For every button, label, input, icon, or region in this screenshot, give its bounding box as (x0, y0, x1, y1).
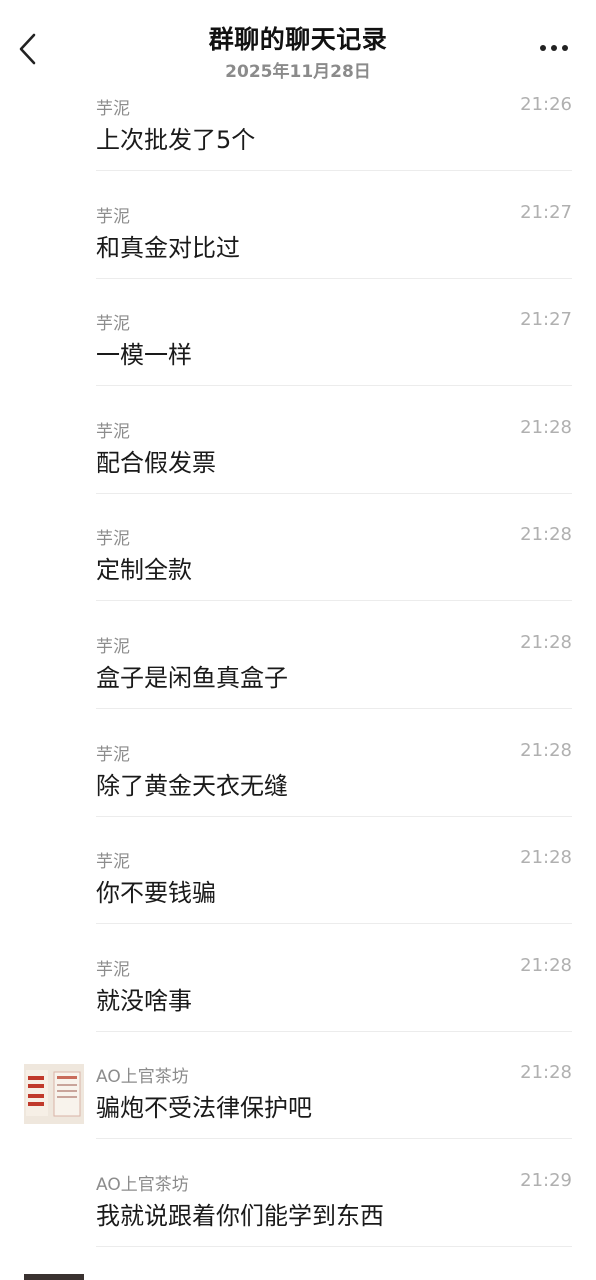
message-list: 芋泥 21:26 上次批发了5个 芋泥 21:27 和真金对比过 芋泥 21:2… (0, 88, 596, 1272)
message-text: 就没啥事 (96, 986, 192, 1015)
message-sender: 芋泥 (96, 636, 130, 657)
message-text: 一模一样 (96, 341, 192, 370)
message-time: 21:28 (520, 416, 572, 438)
header: 群聊的聊天记录 2025年11月28日 (0, 0, 596, 92)
message-time: 21:28 (520, 1062, 572, 1084)
page-date: 2025年11月28日 (225, 62, 371, 82)
divider (96, 1245, 572, 1247)
divider (96, 923, 572, 925)
message-text: 上次批发了5个 (96, 126, 256, 154)
divider (96, 170, 572, 171)
divider (96, 707, 572, 709)
avatar-image (24, 1064, 84, 1125)
message-text: 和真金对比过 (96, 233, 240, 262)
avatar[interactable] (24, 1274, 84, 1280)
message-item[interactable]: 芋泥 21:28 盒子是闲鱼真盒子 (0, 626, 596, 734)
divider (96, 1030, 572, 1032)
divider (96, 815, 572, 817)
message-text: 除了黄金天衣无缝 (96, 771, 288, 800)
message-time: 21:28 (520, 631, 572, 653)
message-item[interactable]: 芋泥 21:28 除了黄金天衣无缝 (0, 734, 596, 842)
divider (96, 492, 572, 494)
message-text: 骗炮不受法律保护吧 (96, 1094, 312, 1123)
message-sender: AO上官茶坊 (96, 1174, 189, 1195)
message-text: 我就说跟着你们能学到东西 (96, 1201, 384, 1230)
message-sender: 芋泥 (96, 852, 130, 873)
more-horizontal-icon[interactable] (539, 38, 569, 58)
message-item[interactable]: 芋泥 21:28 配合假发票 (0, 411, 596, 519)
message-sender: 芋泥 (96, 314, 130, 335)
message-time: 21:27 (520, 309, 572, 331)
message-item[interactable]: 芋泥 21:28 定制全款 (0, 518, 596, 626)
message-item[interactable]: 芋泥 21:28 你不要钱骗 (0, 841, 596, 949)
message-time: 21:28 (520, 739, 572, 761)
message-item[interactable]: 芋泥 21:26 上次批发了5个 (0, 88, 596, 196)
message-time: 21:28 (520, 954, 572, 976)
divider (96, 277, 572, 279)
message-time: 21:26 (520, 94, 572, 115)
divider (96, 385, 572, 387)
message-time: 21:29 (520, 1169, 572, 1191)
message-text: 盒子是闲鱼真盒子 (96, 663, 288, 692)
message-sender: 芋泥 (96, 529, 130, 550)
avatar[interactable] (24, 1064, 84, 1125)
message-item[interactable]: AO上官茶坊 21:28 骗炮不受法律保护吧 (0, 1056, 596, 1164)
divider (96, 1138, 572, 1140)
message-item[interactable]: 芋泥 21:27 和真金对比过 (0, 196, 596, 304)
message-text: 定制全款 (96, 556, 192, 585)
message-time: 21:28 (520, 847, 572, 869)
message-sender: 芋泥 (96, 421, 130, 442)
message-time: 21:27 (520, 201, 572, 223)
message-text: 你不要钱骗 (96, 879, 216, 908)
message-sender: 芋泥 (96, 959, 130, 980)
message-time: 21:28 (520, 524, 572, 546)
divider (96, 600, 572, 602)
message-item[interactable]: AO上官茶坊 21:29 我就说跟着你们能学到东西 (0, 1164, 596, 1272)
message-sender: 芋泥 (96, 206, 130, 227)
message-sender: AO上官茶坊 (96, 1067, 189, 1088)
message-text: 配合假发票 (96, 448, 216, 477)
message-item[interactable]: 芋泥 21:28 就没啥事 (0, 949, 596, 1057)
page-title: 群聊的聊天记录 (208, 25, 388, 54)
message-item[interactable]: 芋泥 21:27 一模一样 (0, 303, 596, 411)
message-sender: 芋泥 (96, 744, 130, 765)
message-sender: 芋泥 (96, 99, 130, 119)
